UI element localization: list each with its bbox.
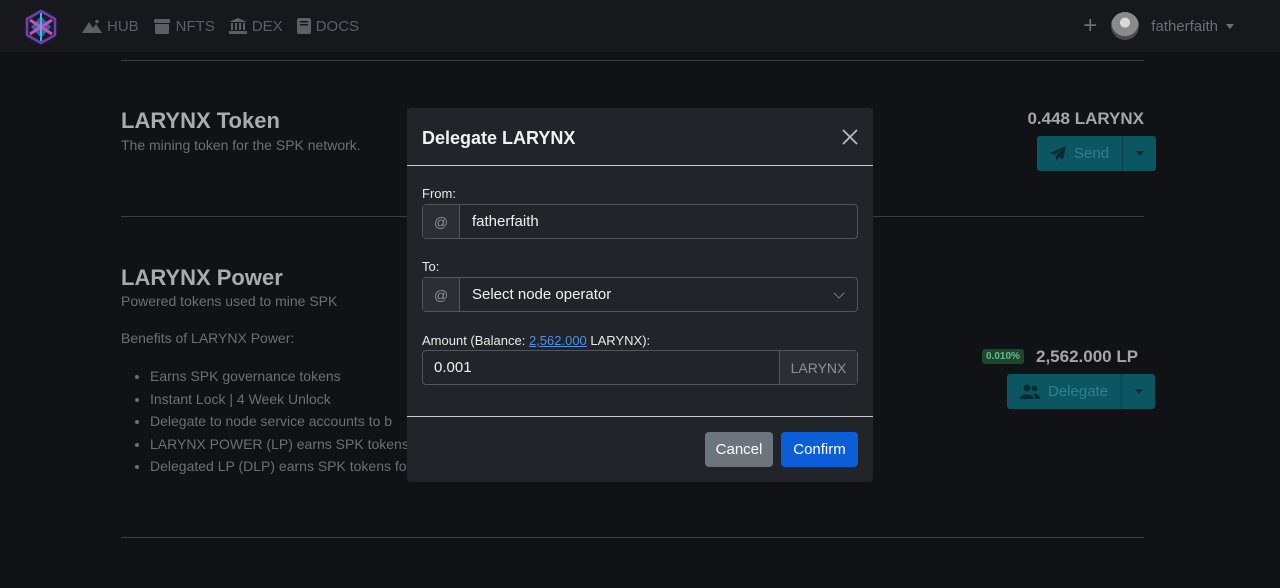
benefits-list: Earns SPK governance tokens Instant Lock… (133, 366, 409, 479)
modal-footer-divider (407, 416, 873, 417)
spk-logo-icon[interactable] (22, 8, 60, 46)
cancel-button[interactable]: Cancel (705, 432, 773, 467)
close-icon[interactable] (841, 128, 859, 146)
send-button-label: Send (1074, 145, 1110, 162)
amount-label: Amount (Balance: 2,562.000 LARYNX): (422, 333, 650, 348)
delegate-dropdown-toggle[interactable] (1121, 374, 1156, 409)
node-operator-select[interactable]: Select node operator (460, 278, 857, 311)
to-label: To: (422, 259, 440, 274)
send-button[interactable]: Send (1037, 136, 1123, 171)
store-icon (153, 18, 170, 34)
token-title: LARYNX Token (121, 108, 280, 133)
caret-down-icon (1134, 389, 1143, 394)
send-button-group: Send (1037, 136, 1157, 171)
mountain-icon (82, 19, 102, 33)
amount-label-suffix: LARYNX): (586, 333, 651, 348)
nav-dex-label: DEX (251, 17, 283, 35)
amount-unit: LARYNX (779, 351, 857, 384)
nav-nfts-label: NFTS (175, 17, 215, 35)
from-label: From: (422, 186, 456, 201)
amount-field[interactable]: 0.001 (423, 351, 779, 384)
select-value: Select node operator (472, 286, 612, 303)
divider (121, 537, 1144, 538)
nav-docs-label: DOCS (315, 17, 360, 35)
users-icon (1020, 384, 1040, 399)
nav-nfts[interactable]: NFTS (153, 18, 215, 35)
list-item: Earns SPK governance tokens (150, 366, 409, 389)
modal-header: Delegate LARYNX (407, 108, 873, 166)
delegate-modal: Delegate LARYNX From: @ fatherfaith To: … (407, 108, 873, 482)
user-dropdown-caret-icon[interactable] (1226, 23, 1234, 29)
from-field[interactable]: fatherfaith (460, 205, 857, 238)
caret-down-icon (1135, 151, 1144, 156)
delegate-button-label: Delegate (1048, 383, 1109, 400)
amount-input-group: 0.001 LARYNX (422, 350, 858, 385)
book-icon (296, 18, 311, 34)
nav-links: HUB NFTS DEX DOCS (82, 0, 359, 52)
bank-icon (228, 18, 247, 34)
list-item: Instant Lock | 4 Week Unlock (150, 389, 409, 412)
power-subtitle: Powered tokens used to mine SPK (121, 293, 338, 309)
delegate-button[interactable]: Delegate (1007, 374, 1122, 409)
divider (121, 60, 1144, 61)
at-icon: @ (423, 278, 460, 311)
amount-label-prefix: Amount (Balance: (422, 333, 529, 348)
list-item: Delegate to node service accounts to b (150, 411, 409, 434)
token-balance: 0.448 LARYNX (1027, 109, 1144, 128)
power-balance: 2,562.000 LP (1036, 347, 1139, 366)
delegate-button-group: Delegate (1007, 374, 1156, 409)
nav-docs[interactable]: DOCS (296, 17, 360, 35)
modal-title: Delegate LARYNX (422, 128, 576, 148)
confirm-button[interactable]: Confirm (781, 432, 858, 467)
send-dropdown-toggle[interactable] (1122, 136, 1157, 171)
list-item: LARYNX POWER (LP) earns SPK tokens (150, 434, 409, 457)
chevron-down-icon (833, 286, 845, 299)
paper-plane-icon (1050, 146, 1066, 161)
at-icon: @ (423, 205, 460, 238)
benefits-heading: Benefits of LARYNX Power: (121, 330, 295, 346)
nav-hub[interactable]: HUB (82, 18, 139, 35)
balance-link[interactable]: 2,562.000 (529, 333, 587, 348)
from-input-group: @ fatherfaith (422, 204, 858, 239)
nav-user-area: + fatherfaith (1083, 0, 1234, 52)
avatar[interactable] (1111, 12, 1140, 40)
username[interactable]: fatherfaith (1151, 18, 1218, 35)
list-item: Delegated LP (DLP) earns SPK tokens fo (150, 456, 409, 479)
token-subtitle: The mining token for the SPK network. (121, 137, 361, 153)
to-input-group: @ Select node operator (422, 277, 858, 312)
top-navbar: HUB NFTS DEX DOCS + fatherfaith (0, 0, 1280, 52)
add-button[interactable]: + (1083, 14, 1097, 38)
nav-hub-label: HUB (107, 17, 139, 35)
power-title: LARYNX Power (121, 265, 283, 290)
percent-badge: 0.010% (982, 349, 1024, 364)
nav-dex[interactable]: DEX (228, 17, 283, 35)
